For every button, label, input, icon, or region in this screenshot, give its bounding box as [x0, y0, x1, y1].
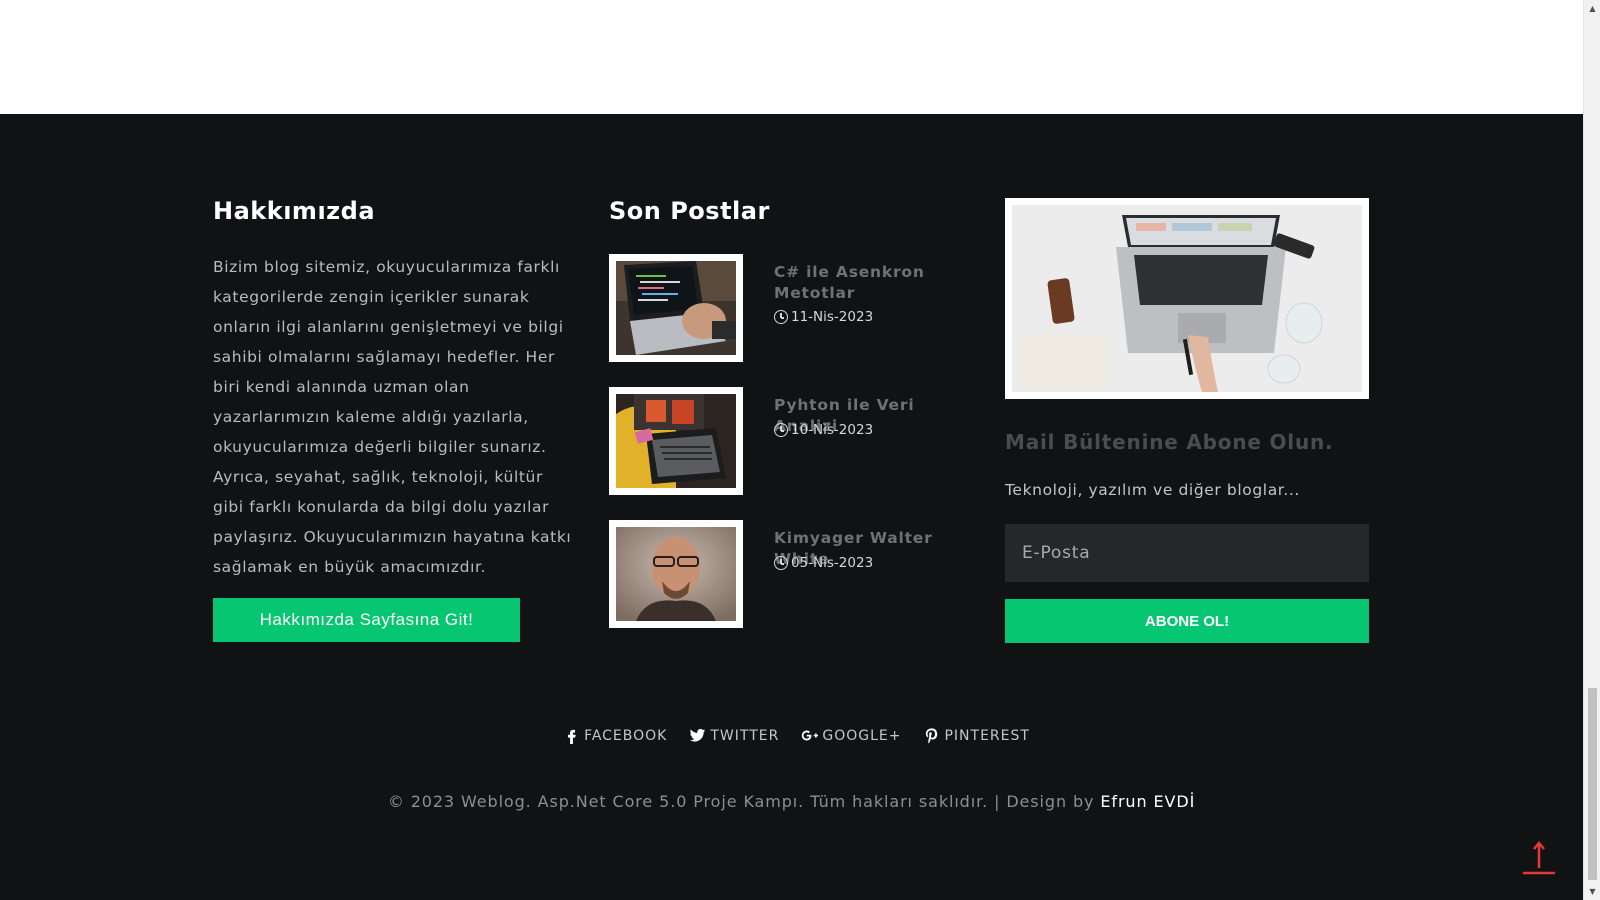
facebook-label: FACEBOOK	[584, 727, 668, 744]
post-item: Kimyager Walter White 05-Nis-2023	[609, 520, 979, 630]
pinterest-link[interactable]: PINTEREST	[923, 727, 1029, 744]
walter-white-portrait-image	[616, 527, 736, 621]
laptop-code-image	[616, 261, 736, 355]
post-date-text: 11-Nis-2023	[791, 309, 874, 325]
newsletter-image-frame	[1005, 198, 1369, 399]
newsletter-description: Teknoloji, yazılım ve diğer bloglar...	[1005, 481, 1300, 499]
author-link[interactable]: Efrun EVDİ	[1100, 792, 1195, 811]
pinterest-label: PINTEREST	[944, 727, 1030, 744]
page-content-area	[0, 0, 1583, 114]
facebook-icon	[568, 729, 576, 744]
google-plus-link[interactable]: GOOGLE+	[801, 727, 901, 744]
pinterest-icon	[926, 728, 938, 744]
google-plus-icon	[802, 730, 819, 741]
clock-icon	[774, 310, 788, 324]
email-input[interactable]	[1005, 524, 1369, 582]
post-date-text: 10-Nis-2023	[791, 422, 874, 438]
post-thumbnail[interactable]	[609, 387, 743, 495]
laptop-user-image	[616, 394, 736, 488]
social-links: FACEBOOK TWITTER GOOGLE+ PINTEREST	[0, 727, 1583, 744]
post-thumbnail[interactable]	[609, 254, 743, 362]
recent-posts-heading: Son Postlar	[609, 197, 770, 225]
clock-icon	[774, 423, 788, 437]
scroll-down-arrow-icon[interactable]: ▼	[1584, 883, 1600, 900]
google-plus-label: GOOGLE+	[822, 727, 902, 744]
post-thumbnail[interactable]	[609, 520, 743, 628]
post-item: Pyhton ile Veri Analizi 10-Nis-2023	[609, 387, 979, 497]
post-date-text: 05-Nis-2023	[791, 555, 874, 571]
copyright-label: © 2023 Weblog. Asp.Net Core 5.0 Proje Ka…	[387, 792, 1095, 811]
twitter-label: TWITTER	[710, 727, 780, 744]
post-date: 10-Nis-2023	[774, 422, 873, 438]
twitter-icon	[690, 729, 706, 742]
about-heading: Hakkımızda	[213, 197, 376, 225]
about-page-button[interactable]: Hakkımızda Sayfasına Git!	[213, 598, 520, 642]
facebook-link[interactable]: FACEBOOK	[563, 727, 667, 744]
subscribe-button[interactable]: ABONE OL!	[1005, 599, 1369, 643]
clock-icon	[774, 556, 788, 570]
desk-laptop-image	[1012, 205, 1362, 392]
twitter-link[interactable]: TWITTER	[689, 727, 779, 744]
about-text: Bizim blog sitemiz, okuyucularımıza fark…	[213, 258, 572, 576]
copyright-text: © 2023 Weblog. Asp.Net Core 5.0 Proje Ka…	[0, 792, 1583, 811]
vertical-scrollbar[interactable]: ▲ ▼	[1583, 0, 1600, 900]
post-item: C# ile Asenkron Metotlar 11-Nis-2023	[609, 254, 979, 364]
scrollbar-thumb[interactable]	[1588, 688, 1597, 880]
scroll-up-arrow-icon[interactable]: ▲	[1584, 0, 1600, 17]
back-to-top-button[interactable]	[1523, 840, 1555, 876]
arrow-up-icon	[1523, 841, 1555, 875]
newsletter-heading: Mail Bültenine Abone Olun.	[1005, 430, 1334, 454]
post-date: 11-Nis-2023	[774, 309, 873, 325]
post-date: 05-Nis-2023	[774, 555, 873, 571]
post-title[interactable]: C# ile Asenkron Metotlar	[774, 262, 979, 304]
